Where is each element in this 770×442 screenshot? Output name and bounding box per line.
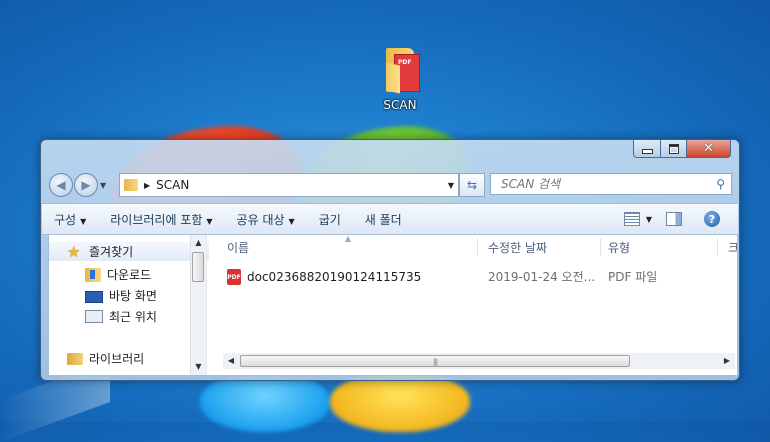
nav-item-recent-places[interactable]: 최근 위치 [85, 307, 157, 326]
nav-item-desktop[interactable]: 바탕 화면 [85, 286, 157, 305]
include-library-label: 라이브러리에 포함 [110, 212, 203, 227]
wallpaper-logo-blue [200, 372, 330, 432]
address-dropdown-icon[interactable]: ▼ [448, 181, 454, 190]
maximize-button[interactable] [661, 140, 687, 158]
include-in-library-menu[interactable]: 라이브러리에 포함 ▼ [98, 211, 224, 228]
file-name: doc02368820190124115735 [247, 270, 422, 284]
scroll-grip-icon: ||| [433, 358, 438, 366]
star-icon: ★ [67, 242, 81, 261]
command-bar: 구성 ▼ 라이브러리에 포함 ▼ 공유 대상 ▼ 굽기 새 폴더 ▼ ? [42, 203, 738, 235]
navigation-buttons: ◀ ▶ ▼ [49, 173, 106, 197]
share-with-menu[interactable]: 공유 대상 ▼ [225, 211, 307, 228]
recent-pages-dropdown[interactable]: ▼ [100, 181, 106, 190]
help-icon[interactable]: ? [704, 211, 720, 227]
burn-button[interactable]: 굽기 [307, 211, 353, 228]
back-arrow-icon: ◀ [56, 178, 66, 192]
folder-pdf-badge: PDF [398, 59, 412, 66]
nav-item-label: 다운로드 [107, 268, 152, 282]
file-type: PDF 파일 [608, 270, 658, 284]
nav-item-label: 바탕 화면 [109, 289, 157, 303]
refresh-icon: ⇆ [466, 178, 478, 192]
search-icon[interactable]: ⚲ [716, 177, 725, 191]
minimize-button[interactable] [633, 140, 661, 158]
nav-item-downloads[interactable]: 다운로드 [85, 265, 151, 284]
scroll-up-arrow-icon[interactable]: ▲ [191, 235, 206, 251]
close-icon: ✕ [703, 141, 714, 156]
nav-item-label: 라이브러리 [89, 352, 145, 366]
wallpaper-logo-yellow [330, 372, 470, 432]
share-with-label: 공유 대상 [236, 212, 285, 227]
scroll-down-arrow-icon[interactable]: ▼ [191, 359, 206, 375]
file-list: ▲ 이름 수정한 날짜 유형 크 PDF doc0236882019012411… [207, 235, 737, 375]
pdf-folder-icon: PDF [380, 46, 420, 94]
organize-label: 구성 [54, 212, 77, 227]
nav-item-favorites[interactable]: ★ 즐겨찾기 [49, 242, 209, 261]
close-button[interactable]: ✕ [687, 140, 731, 158]
nav-item-label: 최근 위치 [109, 310, 157, 324]
caption-buttons: ✕ [633, 140, 731, 158]
scroll-right-arrow-icon[interactable]: ▶ [719, 353, 735, 369]
scroll-thumb[interactable]: ||| [240, 355, 630, 367]
scroll-left-arrow-icon[interactable]: ◀ [223, 353, 239, 369]
desktop-icon [85, 290, 103, 303]
nav-pane-scrollbar[interactable]: ▲ ▼ [190, 235, 206, 375]
folder-icon [124, 179, 138, 191]
refresh-button[interactable]: ⇆ [459, 173, 485, 197]
chevron-down-icon: ▼ [206, 216, 213, 226]
nav-item-libraries[interactable]: 라이브러리 [67, 349, 144, 368]
column-header-date-modified[interactable]: 수정한 날짜 [488, 235, 547, 259]
address-bar[interactable]: ▶ SCAN ▼ [119, 173, 459, 197]
organize-menu[interactable]: 구성 ▼ [42, 211, 98, 228]
file-date-modified: 2019-01-24 오전... [488, 270, 596, 284]
new-folder-label: 새 폴더 [364, 212, 402, 227]
downloads-folder-icon [85, 267, 101, 282]
libraries-icon [67, 352, 83, 365]
sort-indicator-icon: ▲ [345, 234, 352, 243]
search-box: ⚲ [490, 173, 732, 195]
burn-label: 굽기 [318, 212, 341, 227]
breadcrumb-current[interactable]: SCAN [156, 178, 189, 192]
column-header-type[interactable]: 유형 [608, 235, 630, 259]
column-separator[interactable] [477, 238, 478, 256]
column-separator[interactable] [600, 238, 601, 256]
navigation-pane: ★ 즐겨찾기 다운로드 바탕 화면 최근 위치 라이브러리 ▲ ▼ [49, 235, 209, 375]
new-folder-button[interactable]: 새 폴더 [353, 211, 414, 228]
content-area: ★ 즐겨찾기 다운로드 바탕 화면 최근 위치 라이브러리 ▲ ▼ ▲ 이름 수… [48, 234, 738, 376]
back-button[interactable]: ◀ [49, 173, 73, 197]
pdf-file-icon: PDF [227, 269, 241, 285]
minimize-icon [641, 148, 653, 154]
file-list-horizontal-scrollbar[interactable]: ◀ ||| ▶ [223, 353, 735, 369]
nav-item-label: 즐겨찾기 [89, 245, 134, 259]
forward-button[interactable]: ▶ [74, 173, 98, 197]
column-header-name[interactable]: 이름 [227, 235, 249, 259]
chevron-down-icon: ▼ [80, 216, 87, 226]
desktop-icon-scan-folder[interactable]: PDF SCAN [370, 46, 430, 112]
maximize-icon [668, 143, 679, 154]
explorer-window: ✕ ◀ ▶ ▼ ▶ SCAN ▼ ⇆ ⚲ 구성▼ 라이브러리에 포함▼ 공유 대… [40, 139, 740, 381]
change-view-icon[interactable] [623, 212, 640, 226]
chevron-down-icon: ▼ [288, 216, 295, 226]
search-input[interactable] [499, 176, 703, 192]
breadcrumb-chevron-icon[interactable]: ▶ [144, 181, 150, 190]
column-header-size[interactable]: 크 [728, 235, 737, 259]
view-options-dropdown[interactable]: ▼ [646, 215, 652, 224]
file-row[interactable]: PDF doc02368820190124115735 [227, 268, 421, 286]
scroll-thumb[interactable] [192, 252, 204, 282]
desktop-icon-label: SCAN [383, 98, 417, 112]
forward-arrow-icon: ▶ [81, 178, 91, 192]
column-separator[interactable] [717, 238, 718, 256]
recent-places-icon [85, 310, 103, 323]
preview-pane-icon[interactable] [666, 212, 682, 226]
